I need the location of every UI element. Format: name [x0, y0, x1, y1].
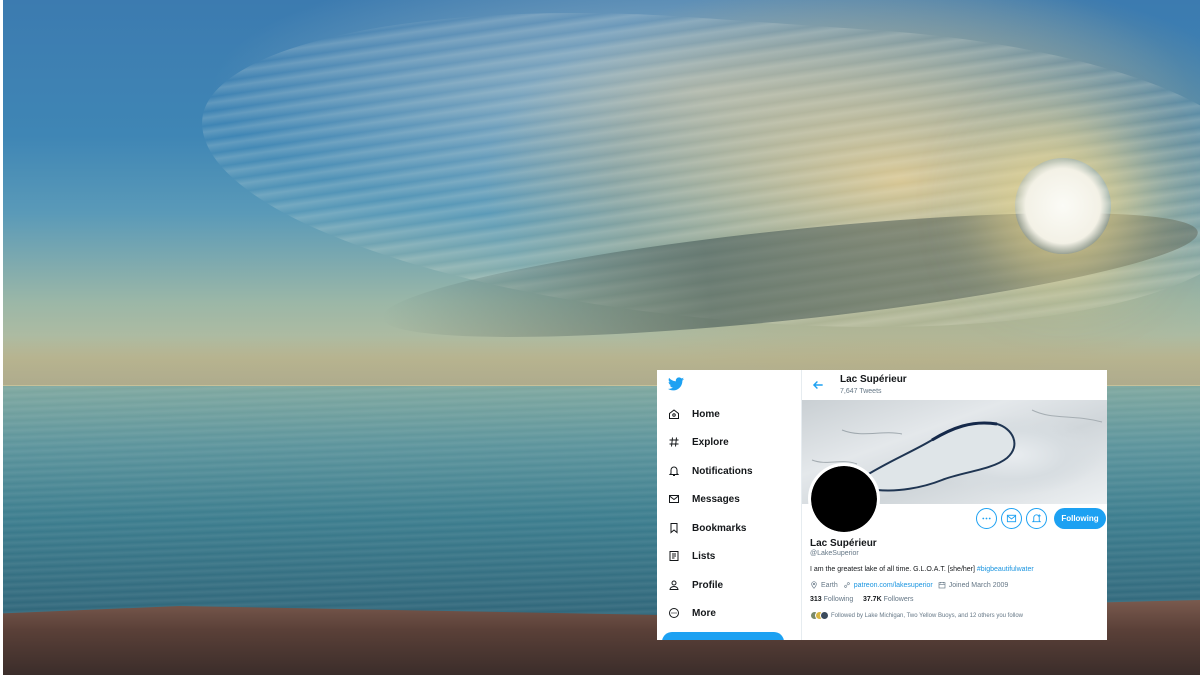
sidebar-nav: Home Explore Notifications Messages Book… [657, 370, 802, 640]
header-name: Lac Supérieur [840, 374, 907, 385]
profile-handle: @LakeSuperior [810, 550, 859, 557]
website: patreon.com/lakesuperior [843, 581, 933, 589]
sidebar-item-more[interactable]: More [667, 603, 716, 623]
person-icon [667, 578, 681, 592]
envelope-icon [667, 492, 681, 506]
home-icon [667, 407, 681, 421]
followed-by-text: Followed by Lake Michigan, Two Yellow Bu… [831, 612, 1024, 619]
tweet-count: 7,647 Tweets [840, 388, 882, 395]
ellipsis-icon [982, 517, 991, 520]
profile-meta: Earth patreon.com/lakesuperior Joined Ma… [810, 581, 1013, 589]
sidebar-item-label: Home [692, 408, 720, 420]
sidebar-item-label: Bookmarks [692, 522, 747, 534]
website-link[interactable]: patreon.com/lakesuperior [854, 582, 933, 589]
followers-count-link[interactable]: 37.7K Followers [863, 596, 914, 603]
hashtag-icon [667, 435, 681, 449]
join-date: Joined March 2009 [938, 581, 1008, 589]
link-icon [843, 582, 850, 588]
sidebar-item-profile[interactable]: Profile [667, 575, 723, 595]
more-circle-icon [667, 606, 681, 620]
tweet-button[interactable] [662, 632, 784, 640]
followed-by[interactable]: Followed by Lake Michigan, Two Yellow Bu… [810, 611, 1023, 620]
sidebar-item-label: More [692, 607, 716, 619]
twitter-profile-window: Home Explore Notifications Messages Book… [657, 370, 1107, 640]
profile-header: Lac Supérieur 7,647 Tweets [802, 370, 1107, 400]
sidebar-item-label: Messages [692, 493, 740, 505]
profile-bio: I am the greatest lake of all time. G.L.… [810, 566, 1034, 573]
bell-plus-icon [1031, 514, 1042, 523]
sidebar-item-lists[interactable]: Lists [667, 546, 715, 566]
sidebar-item-label: Explore [692, 436, 729, 448]
message-button[interactable] [1001, 508, 1022, 529]
sidebar-item-label: Profile [692, 579, 724, 591]
more-options-button[interactable] [976, 508, 997, 529]
notifications-toggle-button[interactable] [1026, 508, 1047, 529]
follower-avatars [810, 611, 829, 620]
arrow-left-icon[interactable] [811, 378, 825, 392]
sidebar-item-explore[interactable]: Explore [667, 432, 729, 452]
envelope-icon [1006, 514, 1017, 523]
following-button[interactable]: Following [1054, 508, 1106, 529]
avatar [820, 611, 829, 620]
sidebar-item-label: Lists [692, 550, 716, 562]
twitter-bird-icon[interactable] [668, 377, 684, 391]
bio-hashtag-link[interactable]: #bigbeautifulwater [977, 566, 1034, 573]
sidebar-item-label: Notifications [692, 465, 753, 477]
left-edge [0, 0, 3, 675]
sidebar-item-notifications[interactable]: Notifications [667, 461, 753, 481]
sidebar-item-bookmarks[interactable]: Bookmarks [667, 518, 746, 538]
location: Earth [810, 581, 838, 589]
calendar-icon [938, 582, 946, 589]
sidebar-item-messages[interactable]: Messages [667, 489, 740, 509]
avatar[interactable] [808, 463, 880, 535]
list-icon [667, 549, 681, 563]
bell-icon [667, 464, 681, 478]
lake-silhouette-icon [811, 466, 877, 532]
follow-stats: 313 Following 37.7K Followers [810, 596, 914, 603]
bio-text: I am the greatest lake of all time. G.L.… [810, 566, 977, 573]
sidebar-item-home[interactable]: Home [667, 404, 720, 424]
following-count-link[interactable]: 313 Following [810, 596, 853, 603]
profile-column: Lac Supérieur 7,647 Tweets Following Lac… [802, 370, 1107, 640]
sun [1015, 158, 1111, 254]
profile-name: Lac Supérieur [810, 538, 877, 549]
location-pin-icon [811, 581, 817, 589]
bookmark-icon [667, 521, 681, 535]
